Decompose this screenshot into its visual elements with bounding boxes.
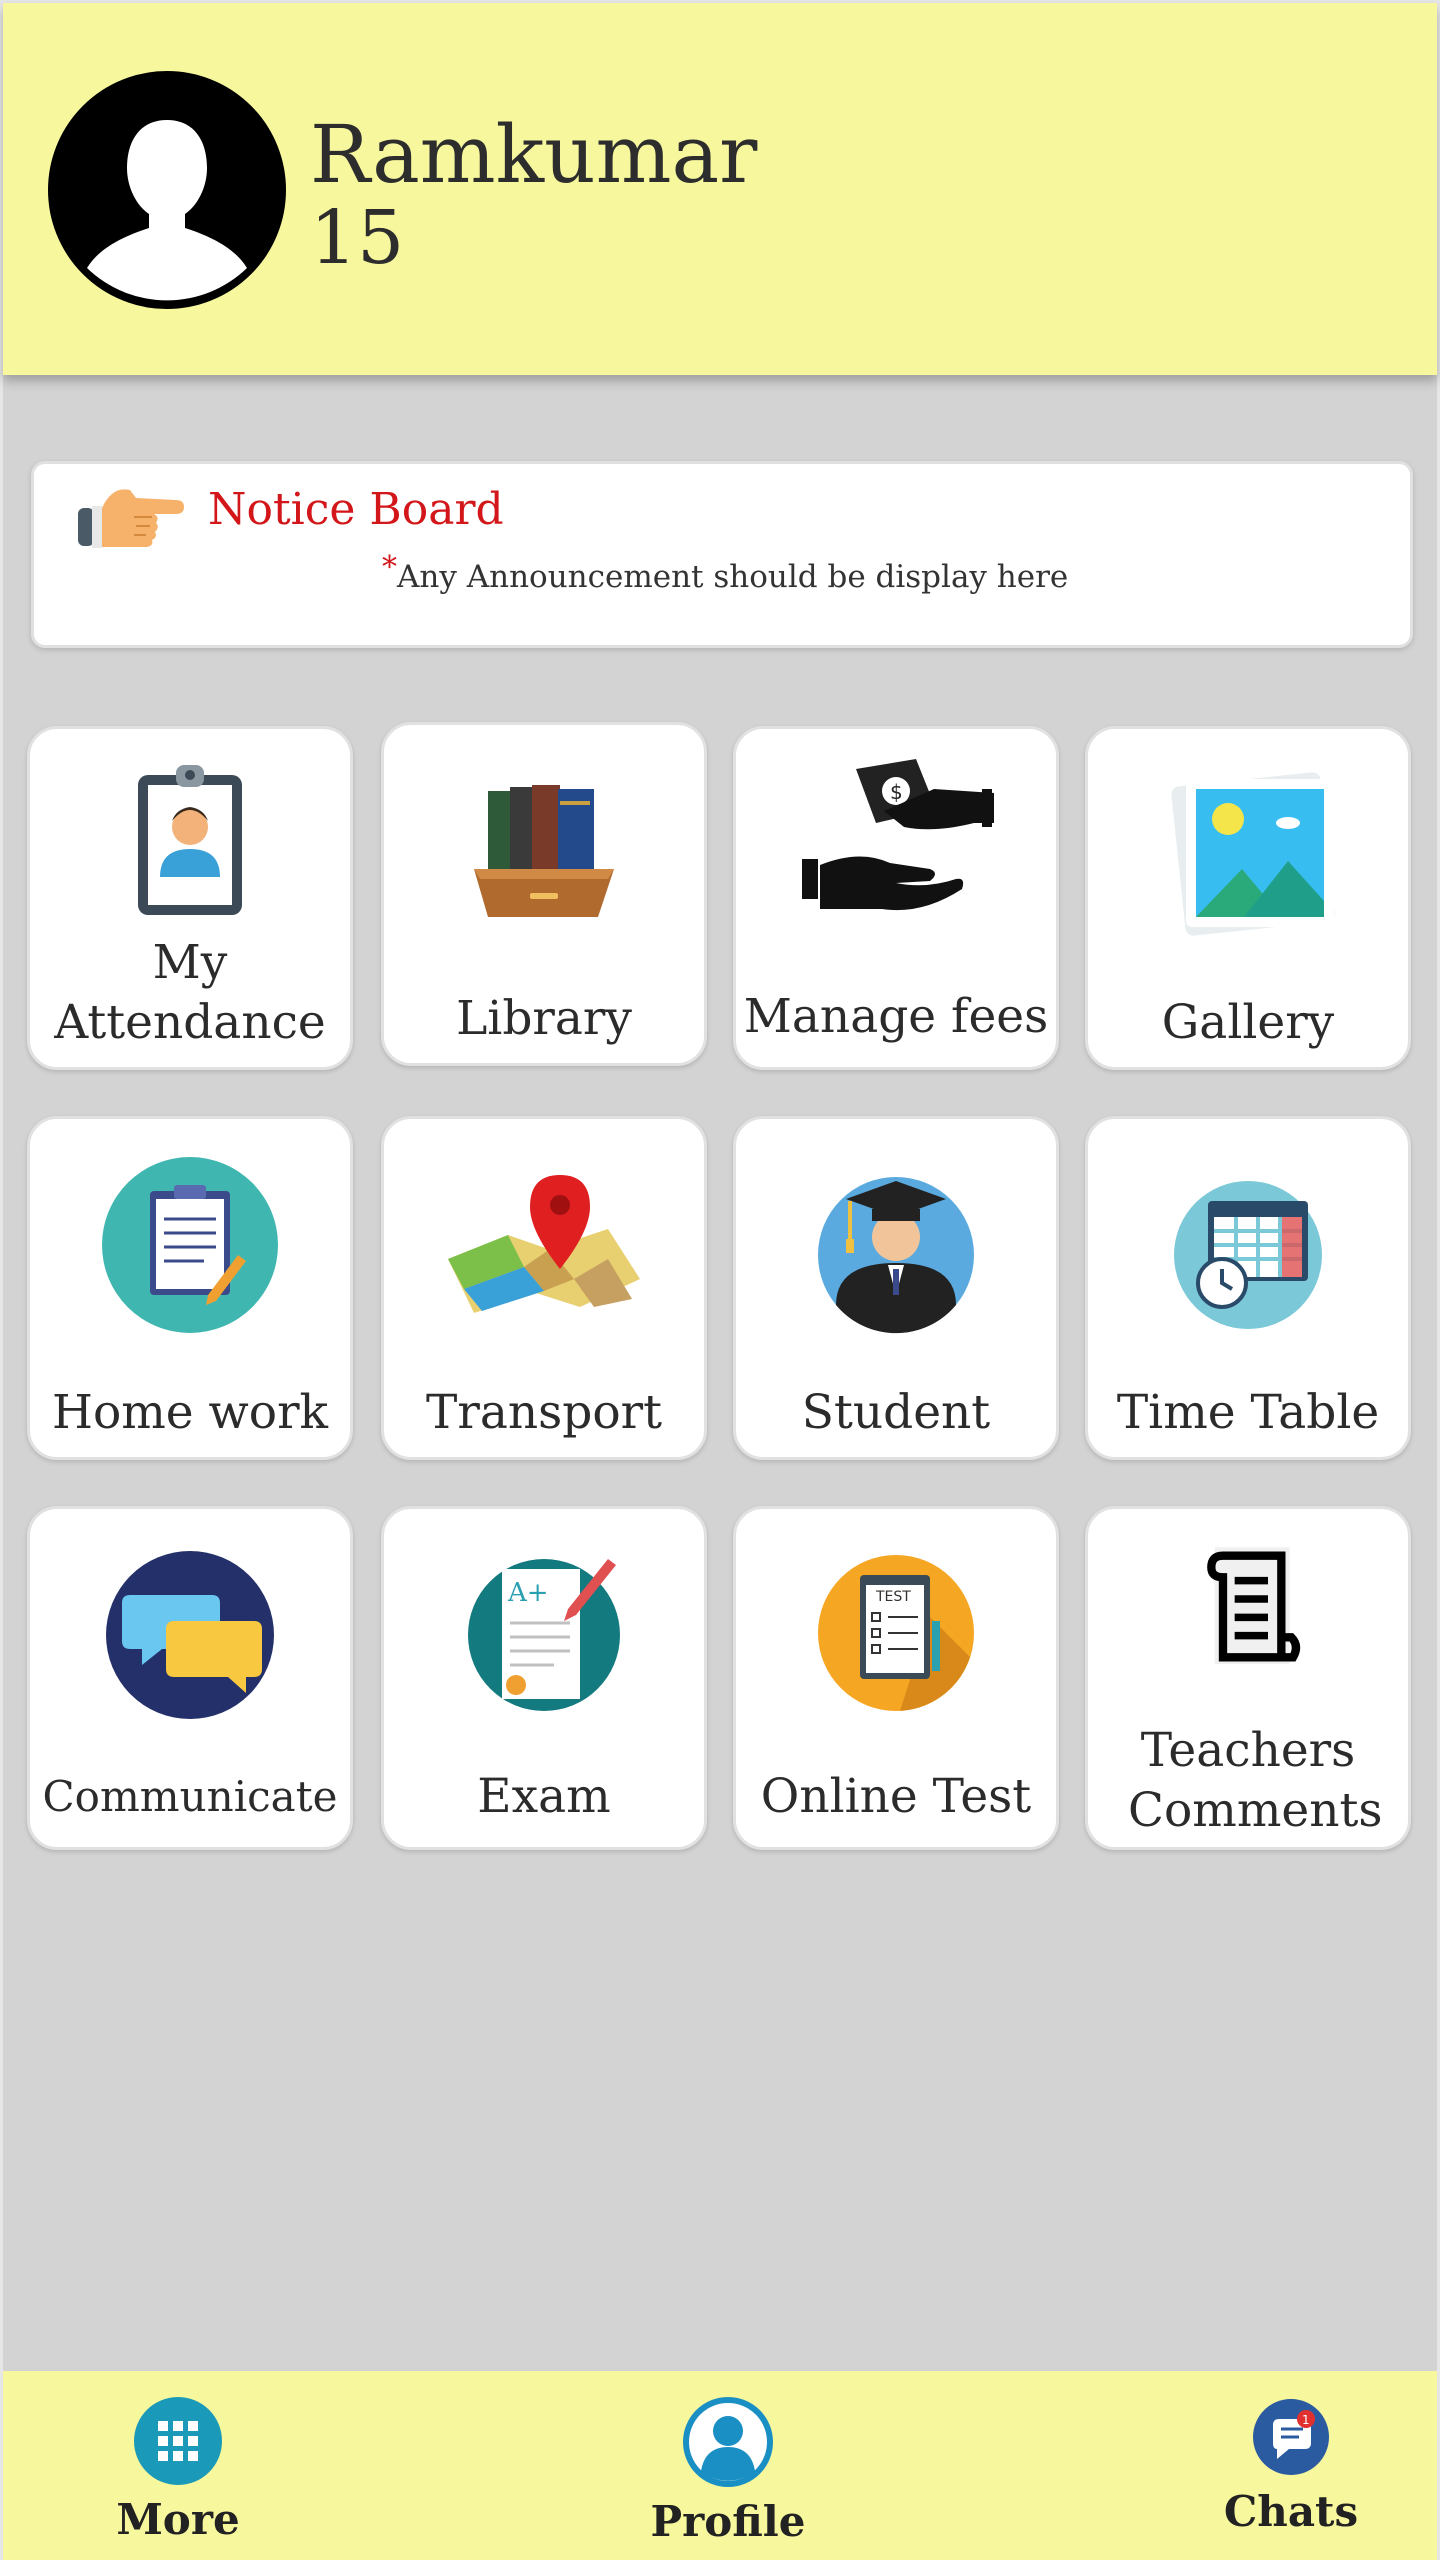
tile-communicate[interactable]: Communicate (27, 1506, 353, 1850)
nav-chats-label: Chats (1223, 2487, 1359, 2536)
tile-label: Library (456, 991, 632, 1046)
tile-gallery[interactable]: Gallery (1085, 726, 1411, 1070)
nav-more-label: More (116, 2495, 240, 2544)
chat-badge-count: 1 (1302, 2413, 1310, 2427)
graduate-icon (818, 1177, 974, 1334)
tile-label: Gallery (1161, 995, 1335, 1050)
exam-paper-icon: A+ (468, 1559, 620, 1711)
chat-icon: 1 (1253, 2399, 1329, 2475)
nav-profile-label: Profile (650, 2497, 806, 2546)
nav-profile[interactable]: Profile (648, 2397, 808, 2546)
tile-label: Online Test (760, 1769, 1032, 1824)
tile-label: Time Table (1116, 1385, 1380, 1440)
tile-transport[interactable]: Transport (381, 1116, 707, 1460)
money-hands-icon: $ (802, 759, 994, 911)
grid-menu-icon (134, 2397, 222, 2485)
calendar-clock-icon (1174, 1181, 1322, 1329)
picture-icon (1171, 772, 1335, 936)
tile-time-table[interactable]: Time Table (1085, 1116, 1411, 1460)
tile-label: Teachers Comments (1128, 1723, 1383, 1838)
nav-more[interactable]: More (113, 2397, 243, 2544)
tile-label: My Attendance (54, 935, 326, 1050)
notice-message: Any Announcement should be display here (397, 559, 1069, 595)
nav-chats[interactable]: 1 Chats (1216, 2397, 1366, 2536)
chat-bubbles-icon (106, 1551, 274, 1719)
scroll-icon (1207, 1547, 1301, 1664)
attendance-badge-icon (138, 765, 242, 915)
user-avatar[interactable] (48, 71, 286, 309)
tile-home-work[interactable]: Home work (27, 1116, 353, 1460)
clipboard-icon (102, 1157, 278, 1333)
svg-text:$: $ (890, 780, 903, 804)
map-pin-icon (448, 1175, 640, 1313)
profile-header: Ramkumar 15 (3, 3, 1437, 375)
tile-online-test[interactable]: TEST Online Test (733, 1506, 1059, 1850)
tile-teachers-comments[interactable]: Teachers Comments (1085, 1506, 1411, 1850)
test-clipboard-icon: TEST (818, 1555, 974, 1711)
notice-text: *Any Announcement should be display here (382, 550, 1069, 595)
tile-my-attendance[interactable]: My Attendance (27, 726, 353, 1070)
tile-label: Communicate (42, 1772, 338, 1821)
notice-title: Notice Board (208, 484, 504, 535)
tile-exam[interactable]: A+ Exam (381, 1506, 707, 1850)
tile-label: Transport (426, 1385, 662, 1440)
tile-library[interactable]: Library (381, 722, 707, 1066)
user-name: Ramkumar (310, 108, 758, 201)
tile-label: Manage fees (743, 989, 1049, 1044)
tile-label: Student (801, 1385, 991, 1440)
books-icon (474, 785, 614, 917)
profile-icon (683, 2397, 773, 2487)
tile-manage-fees[interactable]: $ Manage fees (733, 726, 1059, 1070)
tile-label: Exam (477, 1769, 611, 1824)
pointing-hand-icon (78, 489, 184, 548)
svg-text:A+: A+ (507, 1578, 549, 1608)
tile-label: Home work (51, 1385, 329, 1440)
svg-text:TEST: TEST (875, 1589, 911, 1605)
bottom-navigation: More Profile 1 Chats (3, 2371, 1437, 2560)
required-star: * (382, 550, 397, 585)
user-silhouette-icon (52, 75, 282, 305)
user-id-number: 15 (310, 195, 405, 281)
notice-board[interactable]: Notice Board *Any Announcement should be… (31, 461, 1413, 648)
tile-student[interactable]: Student (733, 1116, 1059, 1460)
